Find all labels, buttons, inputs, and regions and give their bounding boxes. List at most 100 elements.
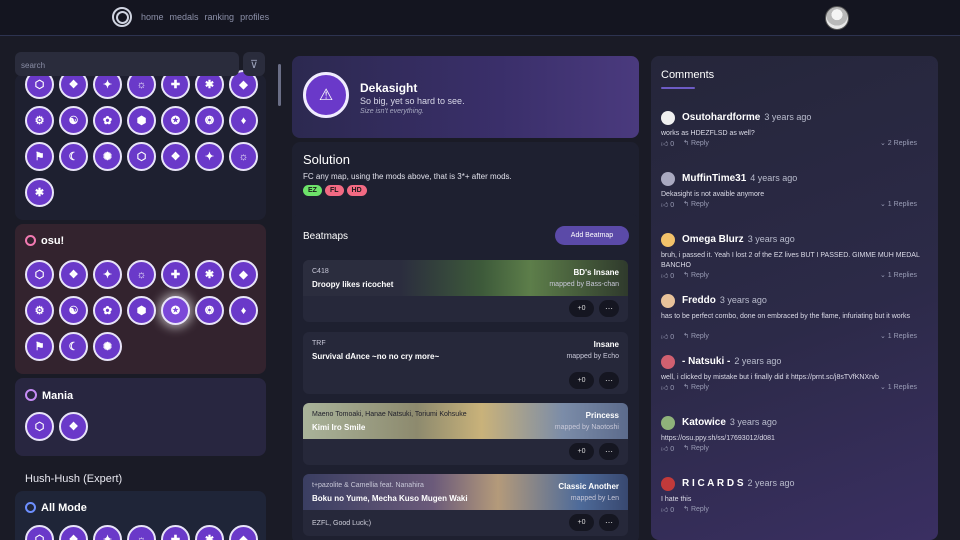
comment-time: 3 years ago xyxy=(764,112,812,122)
like-button[interactable]: 👍︎ 0 xyxy=(661,271,674,280)
osu-medal-icon[interactable]: ⚙ xyxy=(25,296,54,325)
medal-medal-icon[interactable]: ⬡ xyxy=(127,142,156,171)
osu-medal-icon[interactable]: ❖ xyxy=(59,260,88,289)
site-logo-icon[interactable] xyxy=(112,7,132,27)
all-mode-medal-icon[interactable]: ⬡ xyxy=(25,525,54,540)
search-input[interactable]: search xyxy=(15,52,239,76)
osu-medal-icon[interactable]: ⚑ xyxy=(25,332,54,361)
medal-medal-icon[interactable]: ⚑ xyxy=(25,142,54,171)
like-button[interactable]: 👍︎ 0 xyxy=(661,505,674,514)
more-options-icon[interactable]: ⋯ xyxy=(599,514,619,531)
beatmap-row[interactable]: Maeno Tomoaki, Hanae Natsuki, Toriumi Ko… xyxy=(303,403,628,465)
more-options-icon[interactable]: ⋯ xyxy=(599,372,619,389)
reply-button[interactable]: ↰ Reply xyxy=(683,444,709,453)
reply-button[interactable]: ↰ Reply xyxy=(683,505,709,514)
comment-author[interactable]: MuffinTime31 4 years ago xyxy=(682,173,797,184)
more-options-icon[interactable]: ⋯ xyxy=(599,300,619,317)
medal-medal-icon[interactable]: ✱ xyxy=(25,178,54,207)
comment-author[interactable]: Omega Blurz 3 years ago xyxy=(682,234,795,245)
replies-toggle[interactable]: ⌄ 1 Replies xyxy=(880,271,917,279)
beatmap-vote-button[interactable]: +0 xyxy=(569,514,594,531)
commenter-avatar[interactable] xyxy=(661,172,675,186)
medal-medal-icon[interactable]: ☯ xyxy=(59,106,88,135)
reply-button[interactable]: ↰ Reply xyxy=(683,139,709,148)
all-mode-medal-icon[interactable]: ✱ xyxy=(195,525,224,540)
beatmap-row[interactable]: C418 Droopy likes ricochet BD's Insane m… xyxy=(303,260,628,322)
commenter-avatar[interactable] xyxy=(661,294,675,308)
medal-medal-icon[interactable]: ❂ xyxy=(195,106,224,135)
medal-medal-icon[interactable]: ❖ xyxy=(161,142,190,171)
osu-medal-icon[interactable]: ✿ xyxy=(93,296,122,325)
nav-profiles[interactable]: profiles xyxy=(240,12,269,22)
replies-toggle[interactable]: ⌄ 1 Replies xyxy=(880,200,917,208)
reply-button[interactable]: ↰ Reply xyxy=(683,332,709,341)
commenter-avatar[interactable] xyxy=(661,355,675,369)
commenter-avatar[interactable] xyxy=(661,477,675,491)
medal-medal-icon[interactable]: ✿ xyxy=(93,106,122,135)
all-mode-medal-icon[interactable]: ❖ xyxy=(59,525,88,540)
all-mode-medal-icon[interactable]: ◆ xyxy=(229,525,258,540)
sidebar-scrollbar[interactable] xyxy=(278,64,281,106)
commenter-avatar[interactable] xyxy=(661,416,675,430)
osu-medal-icon[interactable]: ⬡ xyxy=(25,260,54,289)
comment-text: Dekasight is not avaible anymore xyxy=(661,191,765,198)
osu-medal-icon[interactable]: ❂ xyxy=(195,296,224,325)
replies-toggle[interactable]: ⌄ 2 Replies xyxy=(880,139,917,147)
medal-medal-icon[interactable]: ✪ xyxy=(161,106,190,135)
osu-medal-icon[interactable]: ☯ xyxy=(59,296,88,325)
commenter-avatar[interactable] xyxy=(661,111,675,125)
comment-time: 3 years ago xyxy=(729,417,777,427)
mania-medal-icon[interactable]: ⬡ xyxy=(25,412,54,441)
medal-medal-icon[interactable]: ♦ xyxy=(229,106,258,135)
osu-medal-icon[interactable]: ✪ xyxy=(161,296,190,325)
comment-author[interactable]: Osutohardforme 3 years ago xyxy=(682,112,811,123)
beatmap-row[interactable]: t+pazolite & Camellia feat. Nanahira Bok… xyxy=(303,474,628,536)
mania-medal-icon[interactable]: ❖ xyxy=(59,412,88,441)
all-mode-medal-icon[interactable]: ✦ xyxy=(93,525,122,540)
all-mode-medal-icon[interactable]: ✚ xyxy=(161,525,190,540)
comment-author[interactable]: R I C A R D S2 years ago xyxy=(682,478,795,489)
reply-button[interactable]: ↰ Reply xyxy=(683,383,709,392)
nav-medals[interactable]: medals xyxy=(170,12,199,22)
medal-medal-icon[interactable]: ☾ xyxy=(59,142,88,171)
medal-medal-icon[interactable]: ✦ xyxy=(195,142,224,171)
beatmap-vote-button[interactable]: +0 xyxy=(569,372,594,389)
reply-button[interactable]: ↰ Reply xyxy=(683,200,709,209)
nav-ranking[interactable]: ranking xyxy=(205,12,235,22)
osu-medal-icon[interactable]: ✺ xyxy=(93,332,122,361)
osu-medal-icon[interactable]: ◆ xyxy=(229,260,258,289)
osu-medal-icon[interactable]: ✚ xyxy=(161,260,190,289)
more-options-icon[interactable]: ⋯ xyxy=(599,443,619,460)
medal-medal-icon[interactable]: ☼ xyxy=(229,142,258,171)
like-button[interactable]: 👍︎ 0 xyxy=(661,383,674,392)
medal-medal-icon[interactable]: ⚙ xyxy=(25,106,54,135)
osu-medal-icon[interactable]: ⬢ xyxy=(127,296,156,325)
like-button[interactable]: 👍︎ 0 xyxy=(661,444,674,453)
replies-toggle[interactable]: ⌄ 1 Replies xyxy=(880,383,917,391)
commenter-avatar[interactable] xyxy=(661,233,675,247)
like-button[interactable]: 👍︎ 0 xyxy=(661,200,674,209)
like-button[interactable]: 👍︎ 0 xyxy=(661,332,674,341)
comment-author[interactable]: - Natsuki -2 years ago xyxy=(682,356,781,367)
beatmap-vote-button[interactable]: +0 xyxy=(569,443,594,460)
osu-medal-icon[interactable]: ✦ xyxy=(93,260,122,289)
all-mode-medal-icon[interactable]: ☼ xyxy=(127,525,156,540)
add-beatmap-button[interactable]: Add Beatmap xyxy=(555,226,629,245)
reply-button[interactable]: ↰ Reply xyxy=(683,271,709,280)
medal-medal-icon[interactable]: ⬢ xyxy=(127,106,156,135)
beatmap-row[interactable]: TRF Survival dAnce ~no no cry more~ Insa… xyxy=(303,332,628,394)
like-button[interactable]: 👍︎ 0 xyxy=(661,139,674,148)
osu-medal-icon[interactable]: ☾ xyxy=(59,332,88,361)
user-avatar[interactable] xyxy=(825,6,849,30)
osu-medal-icon[interactable]: ☼ xyxy=(127,260,156,289)
osu-medal-icon[interactable]: ♦ xyxy=(229,296,258,325)
beatmap-difficulty: Princess xyxy=(585,411,619,420)
medal-medal-icon[interactable]: ✺ xyxy=(93,142,122,171)
comment-author[interactable]: Freddo 3 years ago xyxy=(682,295,767,306)
osu-medal-icon[interactable]: ✱ xyxy=(195,260,224,289)
beatmap-vote-button[interactable]: +0 xyxy=(569,300,594,317)
nav-home[interactable]: home xyxy=(141,12,164,22)
filter-icon[interactable]: ⊽ xyxy=(243,52,265,76)
comment-author[interactable]: Katowice 3 years ago xyxy=(682,417,777,428)
replies-toggle[interactable]: ⌄ 1 Replies xyxy=(880,332,917,340)
